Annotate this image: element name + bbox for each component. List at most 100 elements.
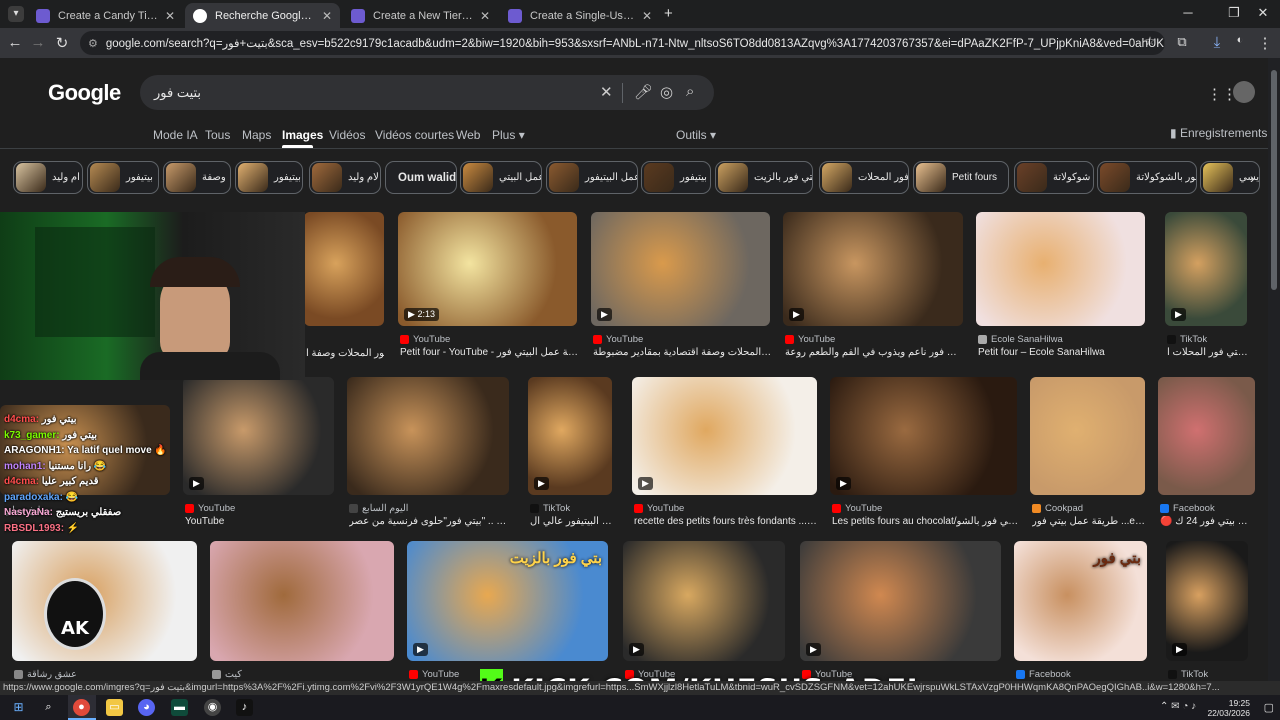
result-image[interactable]: ▶ xyxy=(528,377,612,495)
result-image[interactable]: ▶ xyxy=(783,212,963,326)
related-search-chip[interactable]: عمل البيتيفور xyxy=(546,161,638,194)
image-result[interactable]: اليوم السابع الحلو أصله إيه .. "بيتي فور"… xyxy=(347,377,511,535)
tiktok-icon[interactable]: ♪ xyxy=(236,699,253,716)
tab-web[interactable]: Web xyxy=(456,128,480,142)
result-source[interactable]: YouTube xyxy=(400,334,579,345)
notification-icon[interactable]: ▢ xyxy=(1264,701,1274,714)
related-search-chip[interactable]: لام وليد xyxy=(309,161,381,194)
image-result[interactable]: ▶ YouTube بتي فور المحلات وصفة اقتصادية بم… xyxy=(591,212,772,366)
related-search-chip[interactable]: بيتيفور xyxy=(87,161,159,194)
result-image[interactable]: ▶ 2:13 xyxy=(398,212,577,326)
image-result[interactable]: ▶ YouTube بيتي فور ناعم ويذوب في الفم والط… xyxy=(783,212,965,366)
tab-maps[interactable]: Maps xyxy=(242,128,271,142)
image-result[interactable]: ▶ TikTok وصفة بيتي فور المحلات ا... xyxy=(1165,212,1249,366)
search-box[interactable]: بتيت فور ✕ 🎤︎ ◎ ⌕ xyxy=(140,75,714,110)
file-explorer-icon[interactable]: ▭ xyxy=(106,699,123,716)
back-arrow-icon[interactable]: ← xyxy=(5,34,25,51)
download-icon[interactable]: ⤓ xyxy=(1207,34,1227,51)
new-tab-button[interactable]: + xyxy=(664,5,673,22)
voice-search-icon[interactable]: 🎤︎ xyxy=(634,83,653,101)
result-image[interactable] xyxy=(976,212,1145,326)
image-result[interactable] xyxy=(304,212,384,366)
image-result[interactable]: ▶ YouTube Les petits fours au chocolat/بيت… xyxy=(830,377,1019,535)
account-avatar[interactable] xyxy=(1233,81,1255,103)
discord-icon[interactable]: ◕ xyxy=(138,699,155,716)
related-search-chip[interactable]: وصفة xyxy=(163,161,231,194)
tab-single-use-tier-list[interactable]: Create a Single-Use Tier List (Pe ✕ xyxy=(500,3,660,28)
close-window-icon[interactable]: ✕ xyxy=(1252,5,1274,21)
result-source[interactable]: YouTube xyxy=(785,334,965,345)
image-result[interactable]: ▶ 2:13 YouTube Petit four - YouTube - طريق… xyxy=(398,212,579,366)
related-search-chip[interactable]: ام وليد xyxy=(13,161,83,194)
menu-dots-icon[interactable]: ⋮ xyxy=(1255,34,1275,52)
result-source[interactable]: TikTok xyxy=(530,503,614,514)
result-image[interactable] xyxy=(210,541,394,661)
search-input[interactable]: بتيت فور xyxy=(154,85,201,101)
result-image[interactable] xyxy=(1030,377,1145,495)
image-result[interactable]: ▶ YouTube recette des petits fours très fo… xyxy=(632,377,819,535)
image-result[interactable]: ▶ TikTok xyxy=(1166,541,1248,701)
result-source[interactable]: TikTok xyxy=(1167,334,1249,345)
image-result[interactable]: بتي فور Facebook xyxy=(1014,541,1147,701)
clear-search-icon[interactable]: ✕ xyxy=(600,83,613,101)
google-logo[interactable]: Google xyxy=(48,80,121,106)
related-search-chip[interactable]: Petit fours xyxy=(913,161,1009,194)
scrollbar-thumb[interactable] xyxy=(1271,70,1277,290)
result-source[interactable]: YouTube xyxy=(593,334,772,345)
result-source[interactable]: كيت xyxy=(212,669,396,680)
result-title[interactable]: بتي فور المحلات وصفة اقتصادية بمقادير مض… xyxy=(593,347,772,358)
result-source[interactable]: YouTube xyxy=(832,503,1019,514)
related-search-chip[interactable]: بيتيفور xyxy=(641,161,711,194)
chrome-icon[interactable]: ● xyxy=(73,699,90,716)
obs-icon[interactable]: ◉ xyxy=(204,699,221,716)
result-title[interactable]: YouTube xyxy=(185,516,336,527)
search-icon[interactable]: ⌕ xyxy=(40,699,57,716)
result-image[interactable]: ▶ xyxy=(800,541,1001,661)
tab-images[interactable]: Images xyxy=(282,128,323,142)
related-search-chip[interactable]: فور بالشوكولاتة xyxy=(1097,161,1197,194)
tab-new-tier-list[interactable]: Create a New Tier List - TierMaker ✕ xyxy=(343,3,498,28)
chips-scroll-right-icon[interactable]: › xyxy=(1250,170,1255,186)
system-clock[interactable]: 19:25 22/03/2026 xyxy=(1207,698,1250,718)
saved-button[interactable]: ▮ Enregistrements xyxy=(1170,126,1267,140)
result-source[interactable]: Facebook xyxy=(1160,503,1257,514)
tools-button[interactable]: Outils ▾ xyxy=(676,128,716,142)
tab-search-icon[interactable]: ▾ xyxy=(8,6,24,22)
result-title[interactable]: الحلو أصله إيه .. "بيتي فور"حلوى فرنسية … xyxy=(349,516,511,527)
related-search-chip[interactable]: بيتي فور بالزيت xyxy=(715,161,813,194)
result-image[interactable] xyxy=(304,212,384,326)
result-title[interactable]: recette des petits fours très fondants .… xyxy=(634,516,819,527)
related-search-chip[interactable]: Oum walid xyxy=(385,161,457,194)
result-title[interactable]: Petit four - YouTube - طريقة عمل البيتي … xyxy=(400,347,579,358)
site-info-icon[interactable]: ⚙ xyxy=(88,37,98,50)
restore-icon[interactable]: ❐ xyxy=(1223,5,1245,21)
result-image[interactable] xyxy=(12,541,197,661)
address-bar[interactable]: ⚙ google.com/search?q=بتيت+فور&sca_esv=b… xyxy=(80,31,1165,55)
search-icon[interactable]: ⌕ xyxy=(686,83,694,100)
profile-icon[interactable]: ◐ xyxy=(1230,34,1250,46)
related-search-chip[interactable]: شوكولاتة xyxy=(1014,161,1094,194)
result-image[interactable]: ▶ بتي فور بالزيت xyxy=(407,541,608,661)
tab-plus[interactable]: Plus ▾ xyxy=(492,128,525,142)
related-search-chip[interactable]: عمل البيتي xyxy=(460,161,542,194)
result-image[interactable]: ▶ xyxy=(632,377,817,495)
image-result[interactable]: Facebook 🔴 حلويات بيتي فور 24 ك... xyxy=(1158,377,1257,535)
related-search-chip[interactable]: بيتيفور xyxy=(235,161,303,194)
result-source[interactable]: Facebook xyxy=(1016,669,1149,680)
result-image[interactable]: بتي فور xyxy=(1014,541,1147,661)
result-source[interactable]: عشق رشاقة xyxy=(14,669,199,680)
terminal-icon[interactable]: ▬ xyxy=(171,699,188,716)
windows-start-icon[interactable]: ⊞ xyxy=(10,699,27,716)
image-result[interactable]: ▶ TikTok طريقة عمل البيتيفور عالي ال... xyxy=(528,377,614,535)
tab-google-search[interactable]: Recherche Google - بتيت فور ✕ xyxy=(185,3,340,28)
result-image[interactable]: ▶ xyxy=(591,212,770,326)
related-search-chip[interactable]: فور المحلات xyxy=(819,161,909,194)
tab-tous[interactable]: Tous xyxy=(205,128,230,142)
extensions-icon[interactable]: ⧉ xyxy=(1172,34,1192,50)
result-title[interactable]: Les petits fours au chocolat/بيتي فور با… xyxy=(832,516,1019,527)
result-image[interactable]: ▶ xyxy=(830,377,1017,495)
result-title[interactable]: وصفة بيتي فور المحلات ا... xyxy=(1167,347,1249,358)
tray-icons[interactable]: ⌃ ✉ ◔ ♪ xyxy=(1160,701,1196,712)
tab-close-icon[interactable]: ✕ xyxy=(165,9,175,23)
tab-close-icon[interactable]: ✕ xyxy=(480,9,490,23)
